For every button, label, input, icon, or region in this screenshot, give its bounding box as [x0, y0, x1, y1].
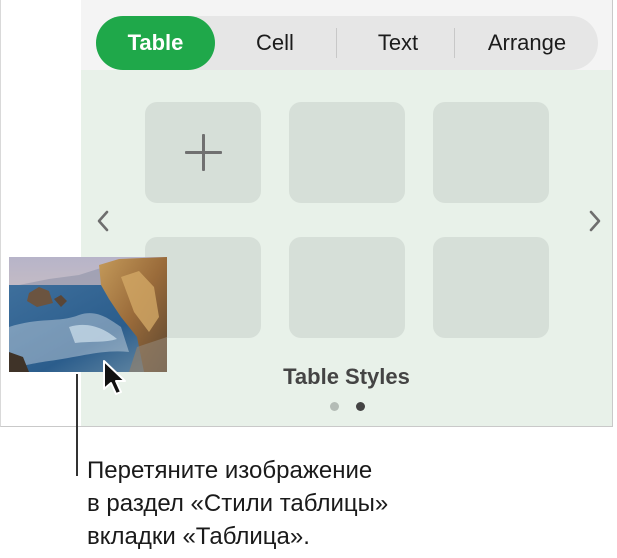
table-style-tile[interactable] — [289, 237, 405, 338]
callout-line — [76, 374, 78, 476]
tab-text[interactable]: Text — [342, 16, 454, 70]
arrow-cursor-icon — [103, 360, 126, 395]
tab-separator — [454, 28, 455, 58]
plus-icon — [185, 134, 222, 171]
caption-line: Перетяните изображение — [87, 457, 373, 484]
page-indicator — [330, 402, 370, 412]
add-table-style-button[interactable] — [145, 102, 261, 203]
caption-line: вкладки «Таблица». — [87, 523, 310, 550]
chevron-right-icon[interactable] — [585, 207, 605, 235]
dragged-image-thumbnail[interactable] — [9, 257, 167, 372]
table-style-tile[interactable] — [433, 237, 549, 338]
tab-table[interactable]: Table — [96, 16, 215, 70]
tab-cell[interactable]: Cell — [220, 16, 330, 70]
chevron-left-icon[interactable] — [93, 207, 113, 235]
page-dot[interactable] — [330, 402, 339, 411]
coastal-photo — [9, 257, 167, 372]
page-dot-current[interactable] — [356, 402, 365, 411]
caption-line: в раздел «Стили таблицы» — [87, 490, 389, 517]
table-style-tile[interactable] — [289, 102, 405, 203]
tab-arrange[interactable]: Arrange — [460, 16, 594, 70]
format-tabs: Table Cell Text Arrange — [96, 16, 598, 70]
callout-caption: Перетяните изображение в раздел «Стили т… — [87, 454, 607, 553]
table-style-tile[interactable] — [433, 102, 549, 203]
tab-separator — [336, 28, 337, 58]
